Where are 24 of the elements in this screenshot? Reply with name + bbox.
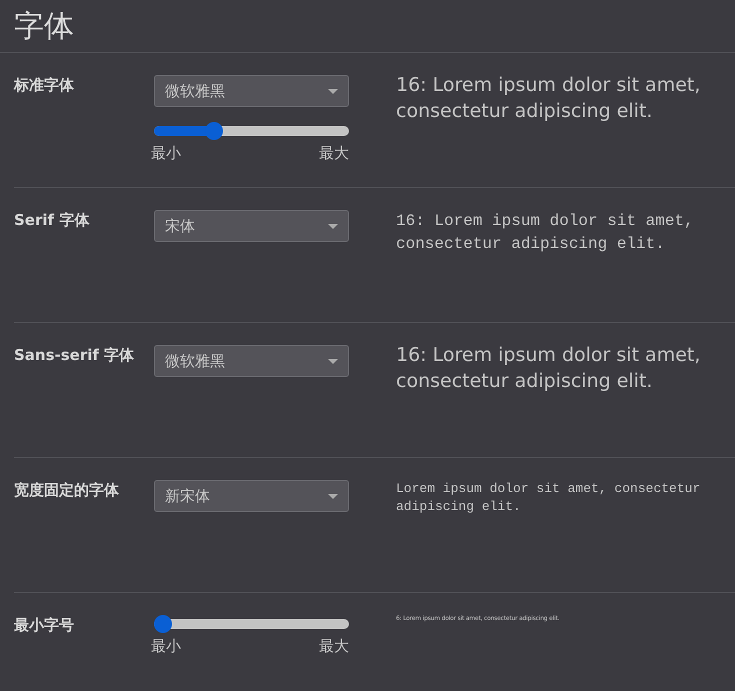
slider-max-label: 最大 xyxy=(319,144,349,163)
slider-min-label: 最小 xyxy=(151,144,181,163)
caret-icon xyxy=(328,224,338,228)
font-dropdown[interactable]: 宋体 xyxy=(154,210,349,242)
caret-icon xyxy=(328,358,338,364)
setting-label: 宽度固定的字体 xyxy=(14,480,120,501)
font-dropdown[interactable]: 微软雅黑 xyxy=(154,75,349,107)
font-preview-text: 16: Lorem ipsum dolor sit amet, consectetur adipiscing elit. xyxy=(396,211,695,255)
slider-thumb[interactable] xyxy=(154,615,172,633)
caret-icon xyxy=(328,494,338,498)
setting-label: 最小字号 xyxy=(14,615,75,636)
font-preview-text: Lorem ipsum dolor sit amet, consectetur adipiscing elit. xyxy=(396,480,702,516)
font-dropdown[interactable]: 微软雅黑 xyxy=(154,345,349,377)
font-dropdown[interactable]: 新宋体 xyxy=(154,480,349,512)
setting-label: 标准字体 xyxy=(14,75,75,96)
page-title: 字体 xyxy=(0,0,735,53)
setting-label: Sans-serif 字体 xyxy=(14,345,136,366)
setting-label: Serif 字体 xyxy=(14,210,90,231)
font-preview-text: 16: Lorem ipsum dolor sit amet, consectetur adipiscing elit. xyxy=(396,343,702,394)
slider-thumb[interactable] xyxy=(205,122,224,140)
caret-icon xyxy=(328,88,338,94)
slider-max-label: 最大 xyxy=(319,637,349,656)
font-preview-text: 16: Lorem ipsum dolor sit amet, consectetur adipiscing elit. xyxy=(396,73,702,124)
slider-min-label: 最小 xyxy=(151,637,181,656)
